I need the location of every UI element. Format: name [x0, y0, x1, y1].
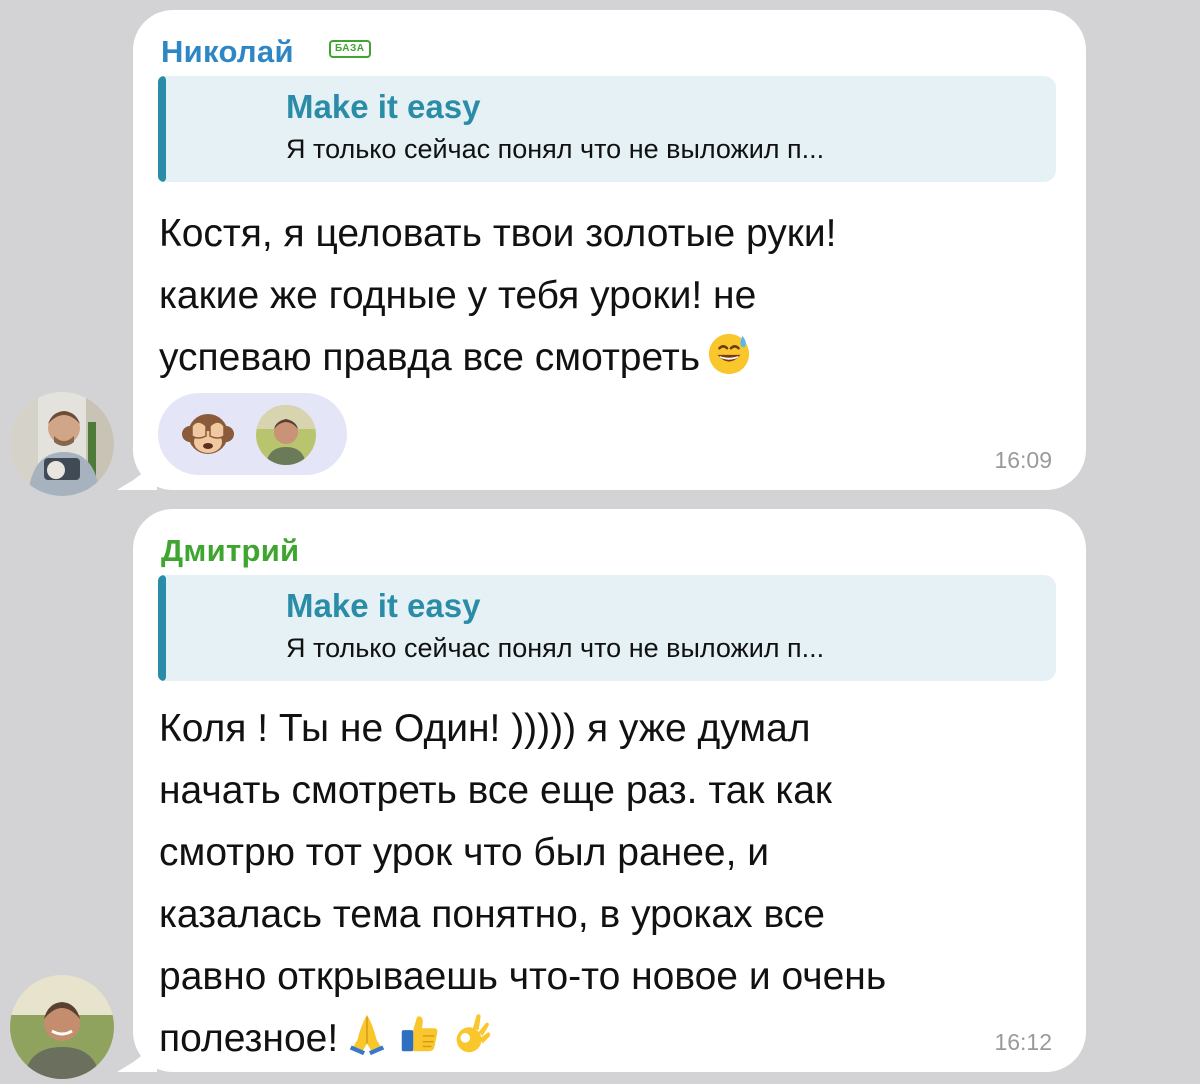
reply-text: Я только сейчас понял что не выложил п..… [286, 134, 825, 164]
ok-hand-emoji [456, 1014, 491, 1053]
folded-hands-emoji [349, 1014, 385, 1056]
reaction-pill[interactable] [158, 393, 347, 475]
reply-preview[interactable]: Make it easy Я только сейчас понял что н… [158, 575, 1056, 681]
message-time: 16:12 [994, 1029, 1052, 1055]
avatar-nikolai[interactable] [10, 392, 114, 496]
sender-name[interactable]: Дмитрий [161, 533, 299, 569]
bubble-tail [117, 462, 157, 490]
reply-accent-bar [158, 575, 166, 681]
reply-title: Make it easy [286, 587, 481, 624]
sender-name[interactable]: Николай [161, 34, 294, 70]
grinning-sweat-emoji [708, 333, 750, 375]
reply-text: Я только сейчас понял что не выложил п..… [286, 633, 825, 663]
message-time: 16:09 [994, 447, 1052, 473]
thumbs-up-emoji [401, 1016, 438, 1052]
see-no-evil-monkey-emoji [182, 414, 234, 454]
reply-preview[interactable]: Make it easy Я только сейчас понял что н… [158, 76, 1056, 182]
reaction-user-avatar[interactable] [256, 405, 316, 465]
avatar-dmitry[interactable] [10, 975, 114, 1079]
message-text-content: Коля ! Ты не Один! ))))) я уже думал нач… [159, 707, 887, 1060]
reply-accent-bar [158, 76, 166, 182]
message-text: Костя, я целовать твои золотые руки! как… [159, 203, 1060, 389]
message-text: Коля ! Ты не Один! ))))) я уже думал нач… [159, 698, 1060, 1070]
message-bubble-dmitry[interactable]: Дмитрий Make it easy Я только сейчас пон… [117, 509, 1086, 1072]
admin-tag: БАЗА [329, 40, 371, 58]
reply-title: Make it easy [286, 88, 481, 125]
bubble-tail [117, 1044, 157, 1072]
message-bubble-nikolai[interactable]: Николай БАЗА Make it easy Я только сейча… [117, 10, 1086, 490]
